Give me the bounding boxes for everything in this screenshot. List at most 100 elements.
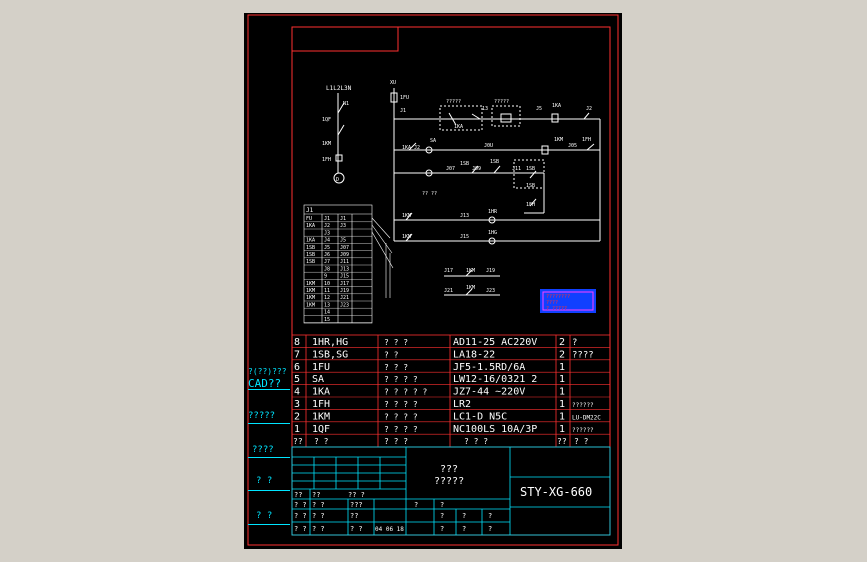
label-j13b: 1SB	[526, 166, 535, 172]
bom-no: 3	[294, 399, 300, 410]
bom-header-note: ? ?	[574, 437, 589, 446]
bom-qty: 1	[559, 411, 565, 422]
label-fh2: 1FH	[526, 202, 535, 208]
label-km5: 1KM	[466, 285, 475, 291]
terminal-wire: J1	[340, 216, 346, 222]
tb-cell-8: ? ?	[312, 512, 325, 520]
label-j5: J5	[536, 106, 542, 112]
bom-header-model: ? ? ?	[464, 437, 488, 446]
label-qq: ?? ??	[422, 191, 437, 197]
label-j07: J07	[446, 166, 455, 172]
label-j13: J13	[460, 213, 469, 219]
side-label-5: ? ?	[256, 476, 273, 486]
bom-code: 1FH	[312, 399, 330, 410]
label-sb2: 1SB	[490, 159, 499, 165]
bom-header: ?? ? ? ? ? ? ? ? ? ?? ? ?	[293, 437, 589, 446]
label-j3: 13	[482, 106, 488, 112]
bom-no: 2	[294, 411, 300, 422]
bom-qty: 1	[559, 374, 565, 385]
side-label-4: ????	[252, 445, 274, 455]
tb-cell-12: ? ?	[350, 525, 363, 533]
terminal-device: 1KM	[306, 281, 315, 287]
side-label-6: ? ?	[256, 511, 273, 521]
terminal-number: 9	[324, 274, 327, 280]
drawing-sheet: L1L2L3N N1 1QF 1KM 1FH D XU 1FU J1 ?????…	[244, 13, 622, 549]
bom-model: JF5-1.5RD/6A	[453, 362, 525, 373]
label-ka2: 1KA J2	[402, 145, 420, 151]
bom-name: ? ? ? ?	[384, 425, 418, 434]
tb-cell-9: ??	[350, 512, 358, 520]
label-j11: J11	[512, 166, 521, 172]
drawing-title-line-2: ?????	[434, 476, 464, 487]
bom-no: 1	[294, 424, 300, 435]
label-km: 1KM	[554, 137, 563, 143]
bom-note: LU-DM22C	[572, 414, 601, 421]
label-j15: J15	[460, 234, 469, 240]
power-label-n1: N1	[343, 101, 349, 107]
power-label-lines: L1L2L3N	[326, 85, 352, 92]
terminal-number: J3	[324, 230, 330, 236]
bom-name: ? ? ? ?	[384, 375, 418, 384]
schematic: L1L2L3N N1 1QF 1KM 1FH D XU 1FU J1 ?????…	[247, 14, 619, 546]
terminal-number: J6	[324, 252, 330, 258]
label-hr: 1HR	[488, 209, 498, 215]
label-sa: SA	[430, 138, 436, 144]
terminal-number: J1	[324, 216, 330, 222]
bom-model: LC1-D N5C	[453, 411, 507, 422]
label-j1: J1	[400, 108, 406, 114]
tb-row-cell-2: ?	[440, 501, 444, 509]
bom-qty: 1	[559, 424, 565, 435]
circuit-labels: XU 1FU J1 ????? ????? 1KA 13 J5 1KA J2 S…	[390, 80, 592, 294]
tb-date: 04 06 18	[375, 526, 404, 533]
side-label-3: ?????	[248, 411, 276, 421]
label-sb3: 1SB	[526, 183, 535, 189]
bom-header-qty: ??	[557, 437, 567, 446]
terminal-block-header: J1	[306, 207, 314, 214]
bom-name: ? ? ? ?	[384, 400, 418, 409]
tb-row-cell-5: ?	[488, 512, 492, 520]
tb-cell-4: ???	[350, 501, 363, 509]
tb-row-cell-1: ?	[414, 501, 418, 509]
side-label-1: ?(??)???	[248, 367, 287, 376]
tb-cell-10: ? ?	[294, 525, 307, 533]
bom-qty: 1	[559, 387, 565, 398]
terminal-number: J2	[324, 223, 330, 229]
terminal-device: 1KM	[306, 288, 315, 294]
terminal-wire: J11	[340, 259, 349, 265]
terminal-wire: J19	[340, 288, 349, 294]
terminal-wire: J23	[340, 302, 349, 308]
label-km3: 1KM	[402, 234, 411, 240]
tb-cell-6: ? ?	[312, 501, 325, 509]
label-ka-right: 1KA	[552, 103, 561, 109]
bom-model: JZ7-44 ~220V	[453, 387, 525, 398]
bom-name: ? ?	[384, 350, 399, 359]
bom-header-name: ? ? ?	[384, 437, 408, 446]
label-xu: XU	[390, 80, 396, 86]
tb-row-cell-3: ?	[440, 512, 444, 520]
terminal-wire: J07	[340, 245, 349, 251]
bom-no: 8	[294, 337, 300, 348]
terminal-device: 1KM	[306, 295, 315, 301]
tb-cell-11: ? ?	[312, 525, 325, 533]
power-label-1km: 1KM	[322, 141, 331, 147]
terminal-number: 15	[324, 317, 330, 323]
tb-row-cell-6: ?	[440, 525, 444, 533]
bom-code: 1FU	[312, 362, 330, 373]
bom-no: 4	[294, 387, 300, 398]
bom-qty: 2	[559, 349, 565, 360]
bom-code: 1SB,SG	[312, 349, 348, 360]
terminal-wire: J21	[340, 295, 349, 301]
terminal-number: J8	[324, 266, 330, 272]
label-j09: J09	[472, 166, 481, 172]
label-fu: 1FU	[400, 95, 409, 101]
tb-cell-5: ? ?	[294, 501, 307, 509]
stamp-line-3: ? ?????	[546, 306, 567, 312]
terminal-wire: J13	[340, 266, 349, 272]
terminal-device: 1SB	[306, 259, 315, 265]
terminal-number: 10	[324, 281, 330, 287]
terminal-wire: J17	[340, 281, 349, 287]
bom-code: 1QF	[312, 424, 330, 435]
power-label-1fh: 1FH	[322, 157, 331, 163]
tb-row-cell-7: ?	[462, 525, 466, 533]
tb-cell-7: ? ?	[294, 512, 307, 520]
